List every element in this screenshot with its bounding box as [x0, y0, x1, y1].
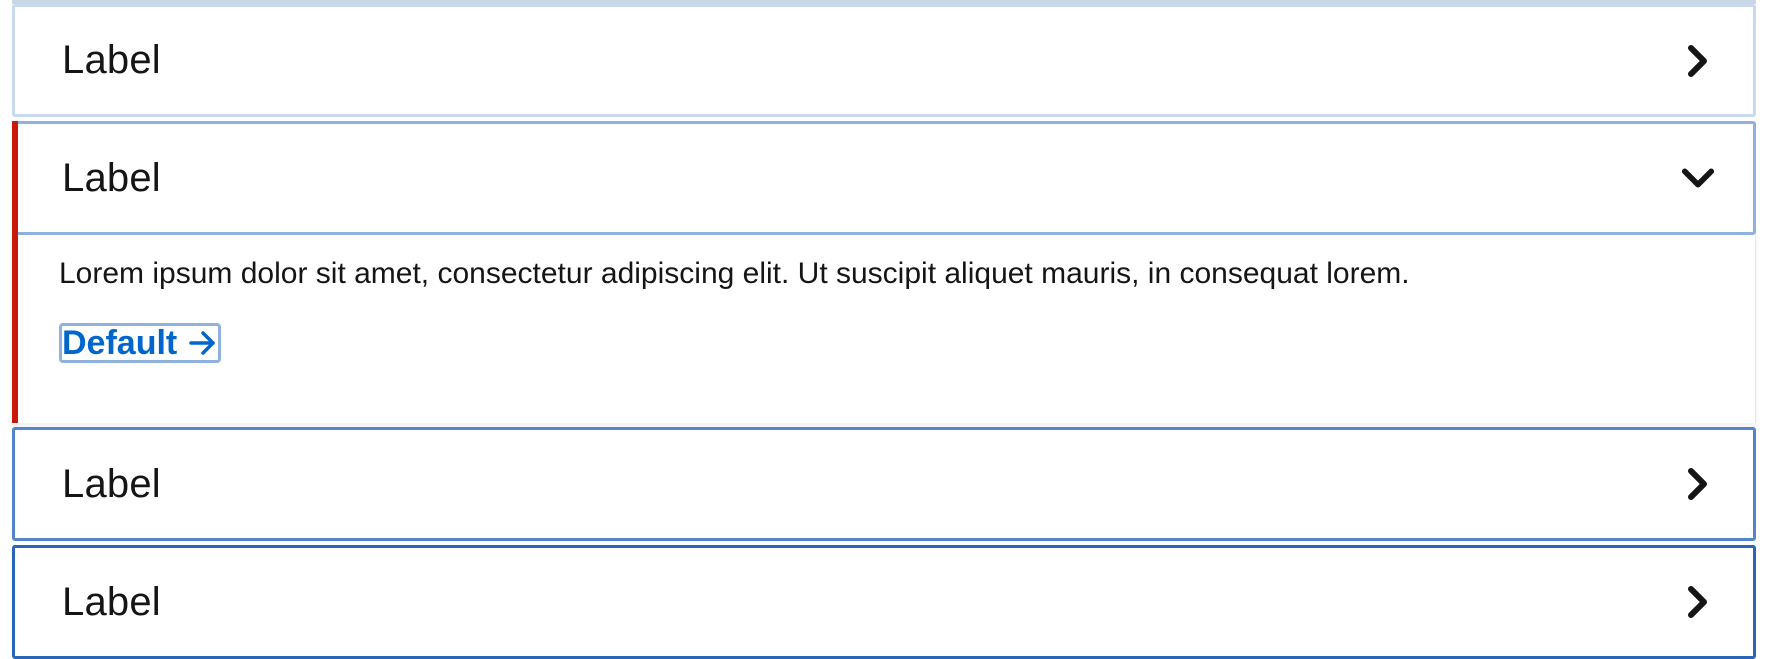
accordion-body-text: Lorem ipsum dolor sit amet, consectetur …: [59, 257, 1410, 290]
accordion-item-2: Label Lorem ipsum dolor sit amet, consec…: [12, 121, 1756, 423]
chevron-down-icon: [1681, 161, 1715, 195]
arrow-right-icon: [189, 330, 217, 356]
accordion-item-4: Label: [12, 545, 1756, 659]
accordion-toggle-4[interactable]: Label: [12, 545, 1756, 659]
danger-accent-bar: [12, 121, 18, 423]
accordion-label: Label: [62, 155, 161, 200]
accordion-toggle-1[interactable]: Label: [12, 4, 1756, 117]
accordion-item-3: Label: [12, 427, 1756, 541]
accordion-label: Label: [62, 579, 161, 624]
accordion-toggle-2[interactable]: Label: [12, 121, 1756, 235]
accordion-label: Label: [62, 38, 161, 82]
accordion-label: Label: [62, 461, 161, 506]
default-link-label: Default: [62, 323, 178, 362]
default-link[interactable]: Default: [59, 323, 222, 363]
accordion-content: Lorem ipsum dolor sit amet, consectetur …: [12, 235, 1756, 423]
chevron-right-icon: [1681, 467, 1715, 501]
chevron-right-icon: [1681, 44, 1715, 78]
accordion-item-1: Label: [12, 4, 1756, 117]
accordion: Label Label Lorem ipsum dolor sit amet, …: [12, 4, 1756, 659]
accordion-toggle-3[interactable]: Label: [12, 427, 1756, 541]
chevron-right-icon: [1681, 585, 1715, 619]
